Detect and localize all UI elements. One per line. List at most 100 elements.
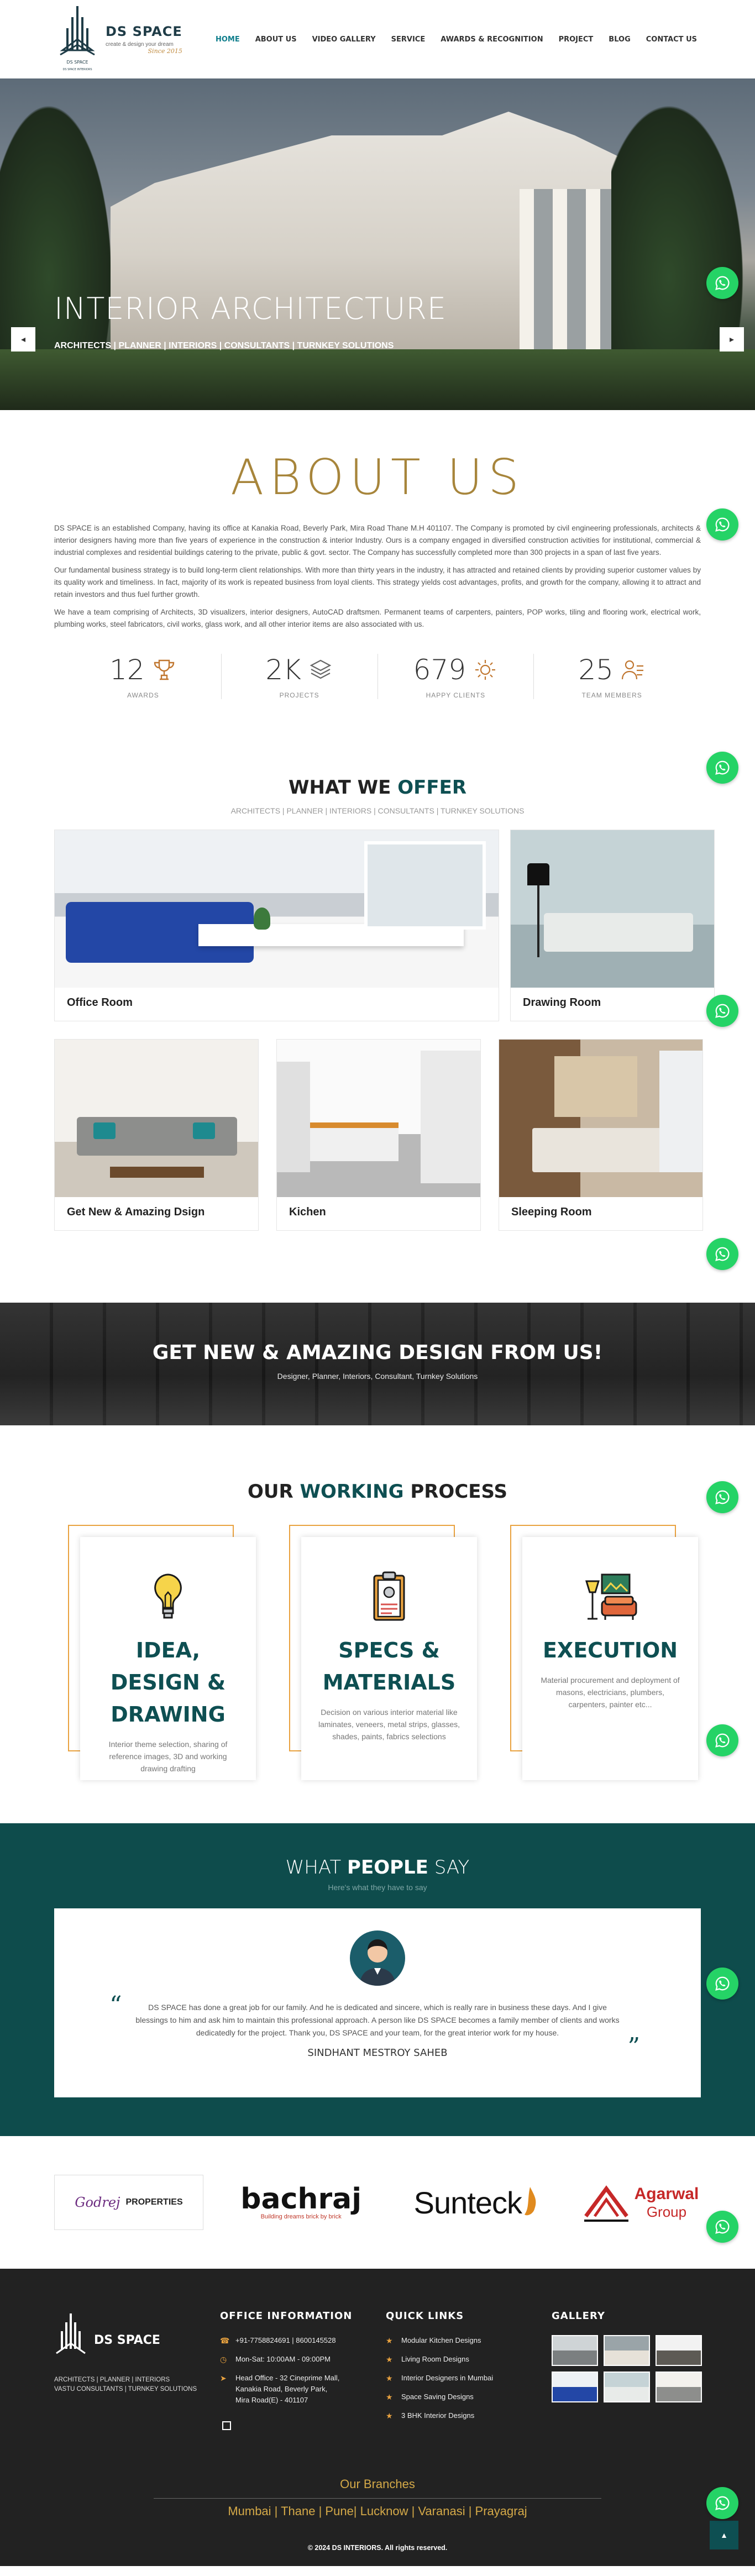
nav-blog[interactable]: BLOG (609, 35, 630, 44)
offer-card-sleeping-room[interactable]: Sleeping Room (499, 1039, 703, 1231)
nav-project[interactable]: PROJECT (559, 35, 594, 44)
star-icon: ★ (386, 2393, 393, 2401)
offer-title-highlight: OFFER (397, 777, 466, 799)
nav-awards[interactable]: AWARDS & RECOGNITION (441, 35, 543, 44)
nav-video-gallery[interactable]: VIDEO GALLERY (312, 35, 376, 44)
star-icon: ★ (386, 2411, 393, 2420)
stat-label: HAPPY CLIENTS (426, 691, 486, 699)
open-quote-icon: “ (109, 1991, 122, 2019)
offer-card-amazing-design[interactable]: Get New & Amazing Dsign (54, 1039, 259, 1231)
whatsapp-icon (715, 2220, 730, 2234)
star-icon: ★ (386, 2355, 393, 2364)
footer-gallery: GALLERY (552, 2310, 706, 2433)
process-title-highlight: WORKING (300, 1481, 404, 1503)
footer-heading: GALLERY (552, 2310, 605, 2322)
stats-row: 12 AWARDS 2K PROJECTS 679 HAPPY CLIENTS … (54, 654, 701, 699)
offer-section: WHAT WE OFFER ARCHITECTS | PLANNER | INT… (0, 732, 755, 1264)
clipboard-icon (373, 1571, 405, 1621)
banner-subtitle: Designer, Planner, Interiors, Consultant… (277, 1372, 478, 1381)
stat-label: AWARDS (127, 691, 159, 699)
client-logo-sunteck: Sunteck (399, 2175, 553, 2230)
offer-card-office-room[interactable]: Office Room (54, 830, 499, 1021)
process-title: OUR WORKING PROCESS (54, 1481, 701, 1503)
testimonial-title-part: SAY (428, 1856, 470, 1879)
nav-about-us[interactable]: ABOUT US (255, 35, 297, 44)
logo-mark-icon: DS SPACE DS SPACE INTERIORS (60, 6, 95, 71)
logo[interactable]: DS SPACE DS SPACE INTERIORS DS SPACE cre… (58, 6, 182, 72)
footer-link[interactable]: 3 BHK Interior Designs (401, 2410, 474, 2421)
agarwal-logo-text: Agarwal (634, 2184, 699, 2203)
back-to-top-button[interactable]: ▲ (710, 2521, 738, 2549)
bedroom-image (499, 1040, 702, 1197)
logo-subcaption: DS SPACE INTERIORS (62, 68, 92, 71)
hero-lawn-image (0, 349, 755, 410)
copyright: © 2024 DS INTERIORS. All rights reserved… (307, 2544, 448, 2552)
whatsapp-button[interactable] (706, 1724, 738, 1756)
testimonial-title: WHAT PEOPLE SAY (54, 1856, 701, 1879)
about-paragraph: DS SPACE is an established Company, havi… (54, 524, 701, 557)
location-icon: ➤ (220, 2374, 227, 2383)
site-footer: DS SPACE ARCHITECTS | PLANNER | INTERIOR… (0, 2269, 755, 2566)
map-image-icon[interactable] (222, 2421, 231, 2430)
gallery-thumbnail[interactable] (656, 2372, 702, 2402)
gallery-thumbnail[interactable] (656, 2335, 702, 2366)
offer-grid-bottom: Get New & Amazing Dsign Kichen Sleeping … (54, 1039, 703, 1231)
process-title-part: PROCESS (403, 1481, 507, 1503)
offer-card-drawing-room[interactable]: Drawing Room (510, 830, 715, 1021)
cta-banner: GET NEW & AMAZING DESIGN FROM US! Design… (0, 1303, 755, 1425)
offer-card-kitchen[interactable]: Kichen (276, 1039, 481, 1231)
gallery-thumbnail[interactable] (604, 2335, 650, 2366)
whatsapp-button[interactable] (706, 1968, 738, 2000)
footer-link[interactable]: Modular Kitchen Designs (401, 2335, 481, 2346)
whatsapp-icon (715, 1247, 730, 1261)
whatsapp-button[interactable] (706, 752, 738, 784)
whatsapp-button[interactable] (706, 2211, 738, 2243)
slider-next-button[interactable]: ▸ (720, 327, 744, 351)
gallery-thumbnail[interactable] (552, 2335, 598, 2366)
user-avatar-icon (360, 1939, 395, 1986)
testimonial-section: WHAT PEOPLE SAY Here's what they have to… (0, 1823, 755, 2136)
gallery-thumbnail[interactable] (604, 2372, 650, 2402)
gallery-thumbnail[interactable] (552, 2372, 598, 2402)
process-card-text: Decision on various interior material li… (318, 1708, 460, 1741)
whatsapp-button[interactable] (706, 1481, 738, 1513)
about-paragraph: Our fundamental business strategy is to … (54, 566, 701, 599)
footer-heading: QUICK LINKS (386, 2310, 464, 2322)
logo-caption: DS SPACE (66, 60, 88, 65)
whatsapp-button[interactable] (706, 267, 738, 299)
whatsapp-button[interactable] (706, 1238, 738, 1270)
offer-subtitle: ARCHITECTS | PLANNER | INTERIORS | CONSU… (230, 806, 525, 815)
whatsapp-icon (715, 517, 730, 532)
card-caption: Get New & Amazing Dsign (67, 1206, 205, 1218)
whatsapp-icon (715, 276, 730, 290)
process-title-part: OUR (248, 1481, 300, 1503)
bachraj-logo-text: bachraj (240, 2182, 362, 2216)
testimonial-title-highlight: PEOPLE (347, 1856, 428, 1879)
footer-link[interactable]: Space Saving Designs (401, 2391, 474, 2402)
offer-title: WHAT WE OFFER (54, 777, 701, 799)
whatsapp-button[interactable] (706, 508, 738, 541)
slider-prev-button[interactable]: ◂ (11, 327, 35, 351)
process-card-specs: SPECS & MATERIALS Decision on various in… (289, 1525, 477, 1780)
about-section: ABOUT US DS SPACE is an established Comp… (0, 410, 755, 732)
testimonial-quote: DS SPACE has done a great job for our fa… (135, 2003, 620, 2037)
clients-strip: Godrej PROPERTIES bachraj Building dream… (0, 2136, 755, 2269)
phone-icon: ☎ (220, 2336, 230, 2345)
nav-contact-us[interactable]: CONTACT US (646, 35, 697, 44)
stat-label: PROJECTS (279, 691, 319, 699)
branches: Our Branches Mumbai | Thane | Pune| Luck… (54, 2477, 701, 2530)
whatsapp-button[interactable] (706, 2487, 738, 2519)
branches-divider (154, 2498, 601, 2499)
footer-link[interactable]: Interior Designers in Mumbai (401, 2373, 493, 2384)
sunteck-logo-text: Sunteck (413, 2185, 522, 2220)
banner-background (0, 1303, 755, 1425)
nav-service[interactable]: SERVICE (391, 35, 426, 44)
nav-home[interactable]: HOME (216, 35, 240, 44)
testimonial-subtitle: Here's what they have to say (328, 1883, 427, 1892)
footer-link[interactable]: Living Room Designs (401, 2354, 469, 2365)
whatsapp-button[interactable] (706, 995, 738, 1027)
footer-phone[interactable]: +91-7758824691 | 8600145528 (235, 2335, 336, 2346)
living-room-image (55, 1040, 258, 1197)
brand-since: Since 2015 (148, 48, 182, 55)
hero-slider: INTERIOR ARCHITECTURE ARCHITECTS | PLANN… (0, 78, 755, 410)
